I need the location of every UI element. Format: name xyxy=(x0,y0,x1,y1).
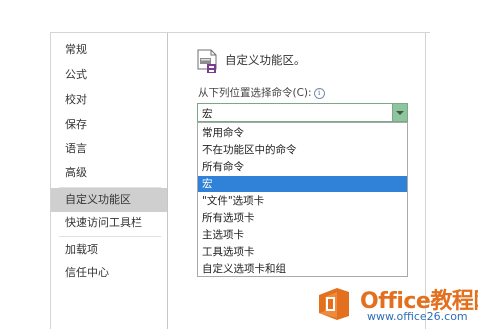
nav-item-save[interactable]: 保存 xyxy=(51,113,167,137)
dropdown-option-all-commands[interactable]: 所有命令 xyxy=(198,159,407,175)
nav-item-proofing[interactable]: 校对 xyxy=(51,88,167,112)
watermark: Office教程网 www.office26.com xyxy=(305,282,478,329)
nav-item-trust-center[interactable]: 信任中心 xyxy=(51,261,167,285)
info-icon[interactable]: i xyxy=(313,88,325,99)
choose-commands-value: 宏 xyxy=(202,108,213,120)
dropdown-option-macros[interactable]: 宏 xyxy=(198,176,407,192)
options-nav: 常规 公式 校对 保存 语言 高级 自定义功能区 快速访问工具栏 加载项 信任中… xyxy=(51,33,168,329)
watermark-url: www.office26.com xyxy=(367,310,468,323)
nav-item-formulas[interactable]: 公式 xyxy=(51,63,167,87)
dropdown-option-popular-commands[interactable]: 常用命令 xyxy=(198,125,407,141)
dropdown-option-commands-not-in-ribbon[interactable]: 不在功能区中的命令 xyxy=(198,142,407,158)
dropdown-option-custom-tabs-and-groups[interactable]: 自定义选项卡和组 xyxy=(198,261,407,277)
dropdown-button[interactable] xyxy=(392,104,407,121)
choose-commands-label-text: 从下列位置选择命令(C): xyxy=(198,87,312,99)
nav-divider xyxy=(59,236,161,237)
nav-item-customize-ribbon[interactable]: 自定义功能区 xyxy=(51,188,167,212)
choose-commands-label: 从下列位置选择命令(C): i xyxy=(198,85,325,100)
customize-ribbon-icon xyxy=(197,49,217,73)
dropdown-option-main-tabs[interactable]: 主选项卡 xyxy=(198,227,407,243)
choose-commands-select[interactable]: 宏 xyxy=(197,103,408,122)
dropdown-option-all-tabs[interactable]: 所有选项卡 xyxy=(198,210,407,226)
dropdown-option-file-tab[interactable]: "文件"选项卡 xyxy=(198,193,407,209)
office-logo-icon xyxy=(319,288,349,320)
choose-commands-dropdown-list: 常用命令 不在功能区中的命令 所有命令 宏 "文件"选项卡 所有选项卡 主选项卡… xyxy=(197,122,408,277)
nav-item-language[interactable]: 语言 xyxy=(51,137,167,161)
nav-item-add-ins[interactable]: 加载项 xyxy=(51,238,167,262)
nav-item-general[interactable]: 常规 xyxy=(51,38,167,62)
chevron-down-icon xyxy=(396,111,404,115)
nav-item-advanced[interactable]: 高级 xyxy=(51,161,167,185)
section-title: 自定义功能区。 xyxy=(225,53,306,67)
screenshot-canvas: 常规 公式 校对 保存 语言 高级 自定义功能区 快速访问工具栏 加载项 信任中… xyxy=(0,0,478,329)
dropdown-option-tool-tabs[interactable]: 工具选项卡 xyxy=(198,244,407,260)
nav-item-quick-access-toolbar[interactable]: 快速访问工具栏 xyxy=(51,211,167,235)
